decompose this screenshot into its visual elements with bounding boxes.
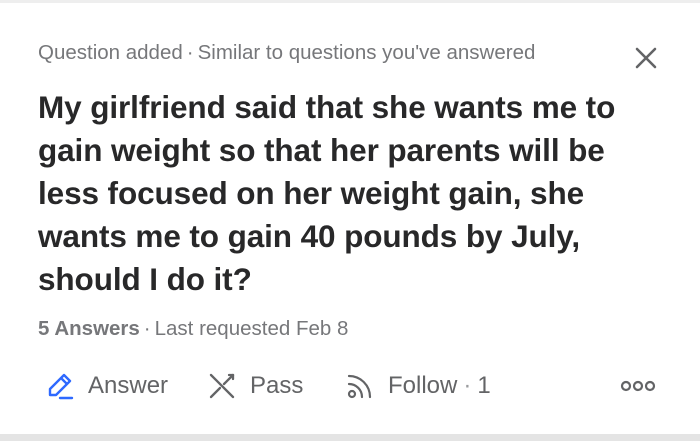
top-divider [0, 0, 700, 3]
pass-icon [209, 373, 235, 399]
pass-button[interactable]: Pass [204, 366, 303, 406]
follow-label: Follow [388, 372, 458, 399]
follow-separator: · [463, 372, 472, 399]
follow-count: 1 [477, 372, 491, 399]
question-stats: 5 Answers · Last requested Feb 8 [38, 317, 348, 345]
follow-icon [347, 374, 372, 399]
answer-button[interactable]: Answer [42, 366, 168, 406]
pencil-icon [48, 373, 74, 400]
question-meta: Question added · Similar to questions you'… [38, 41, 666, 69]
bottom-divider [0, 434, 700, 441]
question-status: Question added [38, 41, 183, 64]
question-title[interactable]: My girlfriend said that she wants me to … [38, 86, 668, 301]
follow-button[interactable]: Follow · 1 [342, 366, 491, 406]
action-bar: Answer Pass Follow · 1 [38, 366, 666, 406]
meta-separator: · [186, 41, 194, 64]
answer-count[interactable]: 5 Answers [38, 317, 140, 340]
more-icon[interactable] [618, 374, 658, 398]
stats-separator: · [143, 317, 151, 340]
question-reason: Similar to questions you've answered [197, 41, 536, 64]
answer-label: Answer [88, 372, 169, 399]
last-requested: Last requested Feb 8 [154, 317, 349, 340]
pass-label: Pass [250, 372, 304, 399]
close-icon[interactable] [632, 44, 660, 72]
